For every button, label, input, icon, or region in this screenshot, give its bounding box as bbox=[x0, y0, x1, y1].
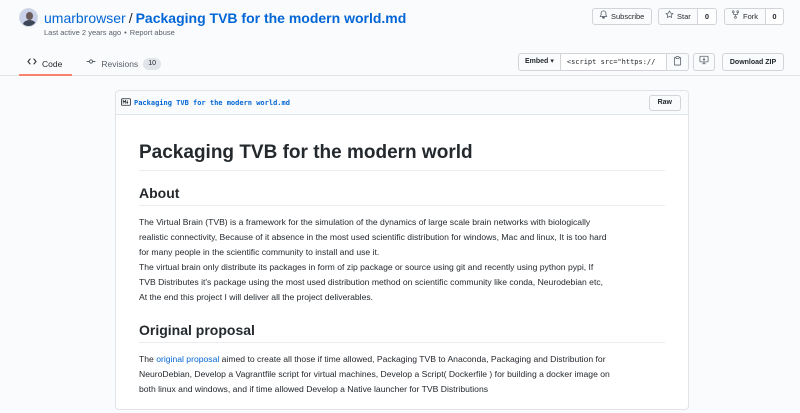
embed-dropdown-button[interactable]: Embed ▾ bbox=[518, 53, 561, 71]
embed-group: Embed ▾ <script src="https:// bbox=[518, 53, 689, 71]
subscribe-button[interactable]: Subscribe bbox=[592, 8, 652, 25]
tab-revisions[interactable]: Revisions 10 bbox=[72, 50, 171, 76]
star-count[interactable]: 0 bbox=[698, 8, 717, 25]
proposal-line: NeuroDebian, Develop a Vagrantfile scrip… bbox=[139, 369, 610, 379]
raw-button[interactable]: Raw bbox=[648, 95, 681, 111]
star-button[interactable]: Star bbox=[658, 8, 698, 25]
desktop-download-icon bbox=[699, 55, 709, 70]
about-line: realistic connectivity, Because of it ab… bbox=[139, 232, 607, 242]
fork-count[interactable]: 0 bbox=[766, 8, 784, 25]
download-zip-button[interactable]: Download ZIP bbox=[722, 53, 784, 71]
about-paragraph: The Virtual Brain (TVB) is a framework f… bbox=[139, 215, 665, 305]
copy-button[interactable] bbox=[666, 53, 689, 71]
open-desktop-button[interactable] bbox=[693, 53, 715, 71]
embed-label: Embed bbox=[525, 58, 549, 65]
embed-url-input[interactable]: <script src="https:// bbox=[560, 53, 667, 71]
tab-code[interactable]: Code bbox=[19, 50, 73, 76]
chevron-down-icon: ▾ bbox=[550, 58, 554, 65]
proposal-prefix: The bbox=[139, 354, 157, 364]
title-separator: / bbox=[128, 10, 133, 26]
avatar-head bbox=[26, 12, 33, 20]
avatar[interactable] bbox=[19, 8, 38, 27]
file-name-link[interactable]: Packaging TVB for the modern world.md bbox=[121, 98, 290, 108]
original-proposal-link[interactable]: original proposal bbox=[156, 354, 219, 364]
proposal-line: both linux and windows, and if time allo… bbox=[139, 384, 489, 394]
gist-header: umarbrowser / Packaging TVB for the modern… bbox=[0, 0, 800, 76]
proposal-line: The original proposal aimed to create al… bbox=[139, 352, 665, 367]
revisions-counter: 10 bbox=[143, 58, 161, 70]
gist-filename-link[interactable]: Packaging TVB for the modern world.md bbox=[136, 10, 407, 26]
about-heading: About bbox=[139, 184, 665, 206]
markdown-file-icon bbox=[121, 98, 131, 108]
proposal-heading: Original proposal bbox=[139, 321, 665, 343]
report-abuse-link[interactable]: Report abuse bbox=[130, 28, 175, 37]
about-line: for many people in the scientific commun… bbox=[139, 247, 380, 257]
bell-icon bbox=[599, 9, 608, 24]
about-line: TVB Distributes it's package using the m… bbox=[139, 277, 604, 287]
tab-code-label: Code bbox=[42, 59, 63, 69]
file-box: Packaging TVB for the modern world.md Ra… bbox=[115, 90, 689, 410]
last-active-text: Last active 2 years ago bbox=[44, 28, 122, 37]
clipboard-icon bbox=[673, 53, 682, 71]
proposal-first-rest: aimed to create all those if time allowe… bbox=[219, 354, 606, 364]
gist-title: umarbrowser / Packaging TVB for the modern… bbox=[44, 9, 406, 27]
owner-link[interactable]: umarbrowser bbox=[44, 10, 126, 26]
file-name-text: Packaging TVB for the modern world.md bbox=[134, 99, 290, 107]
fork-icon bbox=[731, 9, 740, 24]
markdown-body: Packaging TVB for the modern world About… bbox=[139, 141, 665, 413]
subscribe-label: Subscribe bbox=[611, 12, 645, 21]
meta-dot: • bbox=[124, 28, 127, 37]
proposal-paragraph: The original proposal aimed to create al… bbox=[139, 352, 665, 397]
star-label: Star bbox=[677, 12, 691, 21]
tab-revisions-label: Revisions bbox=[101, 59, 139, 69]
avatar-body bbox=[23, 20, 36, 26]
fork-label: Fork bbox=[743, 12, 758, 21]
git-commit-icon bbox=[86, 54, 96, 74]
star-icon bbox=[665, 9, 674, 24]
gist-tabs: Code Revisions 10 bbox=[19, 50, 171, 76]
code-icon bbox=[27, 54, 37, 74]
file-header: Packaging TVB for the modern world.md Ra… bbox=[116, 91, 688, 115]
page-title: Packaging TVB for the modern world bbox=[139, 141, 665, 171]
about-line: The virtual brain only distribute its pa… bbox=[139, 262, 594, 272]
gist-meta: Last active 2 years ago • Report abuse bbox=[44, 28, 175, 37]
about-line: At the end this project I will deliver a… bbox=[139, 292, 374, 302]
fork-button[interactable]: Fork bbox=[724, 8, 766, 25]
about-line: The Virtual Brain (TVB) is a framework f… bbox=[139, 217, 591, 227]
